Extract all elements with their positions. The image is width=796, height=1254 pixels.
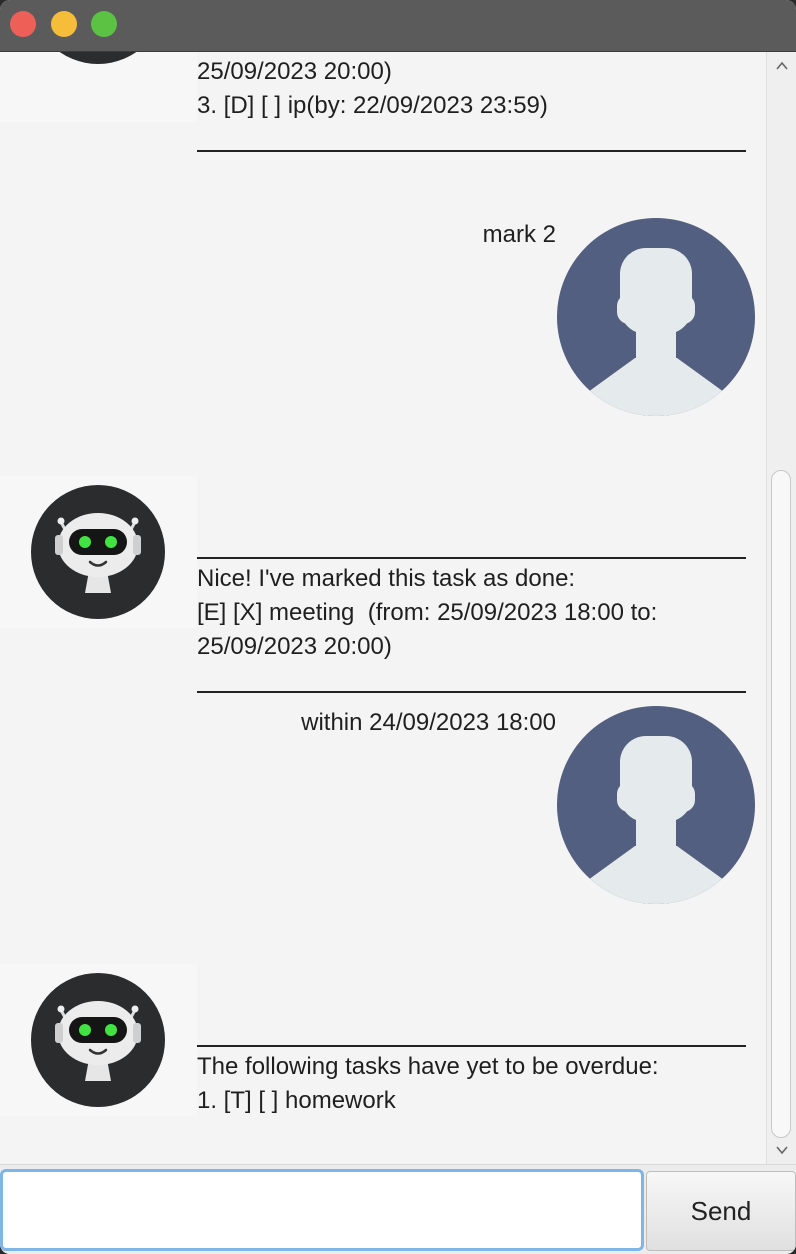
bot-dialog: Nice! I've marked this task as done: [E]… (0, 476, 764, 693)
bot-message-line: The following tasks have yet to be overd… (197, 1053, 659, 1080)
chevron-up-icon[interactable] (776, 60, 788, 72)
app-window: 25/09/2023 20:00) 3. [D] [ ] ip(by: 22/0… (0, 0, 796, 1254)
robot-icon (59, 52, 137, 64)
bot-message-line: 1. [T] [ ] homework (197, 1087, 396, 1114)
minimize-window-button[interactable] (51, 11, 77, 37)
bot-dialog: 25/09/2023 20:00) 3. [D] [ ] ip(by: 22/0… (0, 52, 764, 202)
close-window-button[interactable] (10, 11, 36, 37)
chat-scroll-pane[interactable]: 25/09/2023 20:00) 3. [D] [ ] ip(by: 22/0… (0, 52, 796, 1164)
chevron-down-icon[interactable] (776, 1144, 788, 1156)
user-silhouette-icon (557, 706, 755, 904)
divider-rule (197, 1045, 746, 1047)
user-dialog: mark 2 (0, 202, 764, 472)
scrollbar-thumb[interactable] (771, 470, 791, 1138)
divider-rule (197, 150, 746, 152)
bot-message-line: 25/09/2023 20:00) (197, 58, 392, 85)
bot-message-line: 25/09/2023 20:00) (197, 633, 392, 660)
robot-icon (31, 485, 165, 619)
divider-rule (197, 557, 746, 559)
user-message: within 24/09/2023 18:00 (301, 709, 556, 736)
user-dialog: within 24/09/2023 18:00 (0, 690, 764, 960)
maximize-window-button[interactable] (91, 11, 117, 37)
title-bar (0, 0, 796, 52)
bot-message-line: [E] [X] meeting (from: 25/09/2023 18:00 … (197, 599, 658, 626)
user-message: mark 2 (482, 221, 556, 248)
send-button[interactable]: Send (646, 1171, 796, 1251)
robot-icon (31, 973, 165, 1107)
bot-message-line: Nice! I've marked this task as done: (197, 565, 576, 592)
input-bar: Send (0, 1164, 796, 1254)
user-silhouette-icon (557, 218, 755, 416)
message-input[interactable] (0, 1169, 644, 1251)
bot-dialog: The following tasks have yet to be overd… (0, 964, 764, 1164)
vertical-scrollbar[interactable] (766, 52, 796, 1164)
bot-message-line: 3. [D] [ ] ip(by: 22/09/2023 23:59) (197, 92, 548, 119)
